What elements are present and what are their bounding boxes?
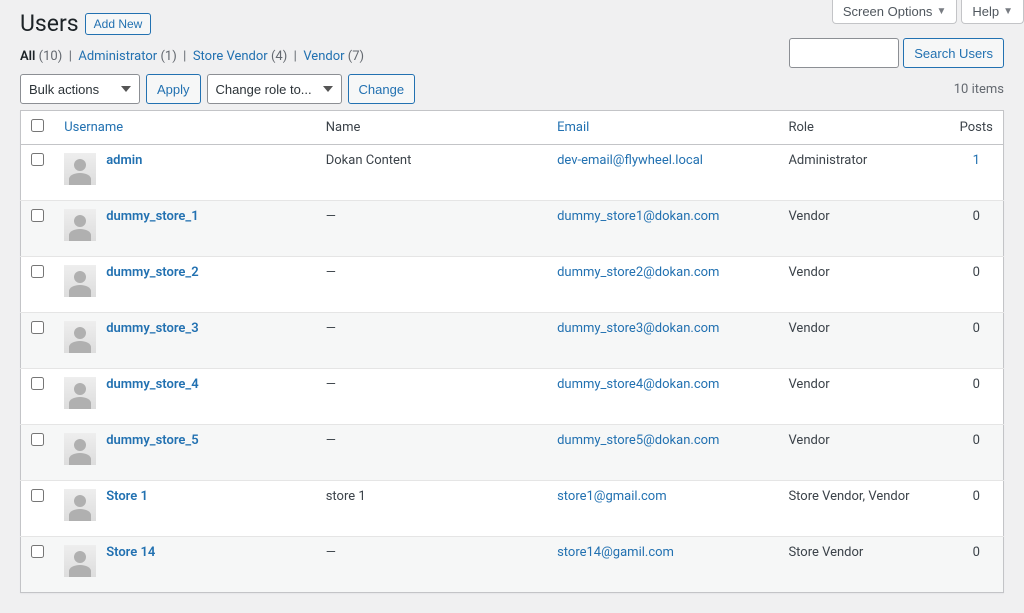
- column-name: Name: [326, 120, 361, 135]
- avatar: [64, 321, 96, 353]
- table-row: admin Dokan Content dev-email@flywheel.loc…: [21, 145, 1004, 201]
- row-role: Vendor: [778, 201, 949, 257]
- row-posts: 0: [949, 369, 1003, 425]
- column-email[interactable]: Email: [557, 120, 589, 135]
- username-link[interactable]: admin: [106, 153, 142, 168]
- select-all-checkbox[interactable]: [31, 119, 44, 132]
- apply-button[interactable]: Apply: [146, 74, 201, 104]
- avatar: [64, 489, 96, 521]
- change-role-select[interactable]: Change role to...: [207, 74, 342, 104]
- help-label: Help: [972, 4, 999, 19]
- row-checkbox[interactable]: [31, 545, 44, 558]
- username-link[interactable]: Store 14: [106, 545, 155, 560]
- row-role: Store Vendor, Vendor: [778, 481, 949, 537]
- page-title: Users: [20, 10, 79, 37]
- username-link[interactable]: dummy_store_5: [106, 433, 198, 448]
- screen-options-label: Screen Options: [843, 4, 933, 19]
- bulk-actions-select[interactable]: Bulk actions: [20, 74, 140, 104]
- username-link[interactable]: dummy_store_3: [106, 321, 198, 336]
- row-posts: 0: [949, 537, 1003, 593]
- email-link[interactable]: store14@gamil.com: [557, 545, 674, 560]
- avatar: [64, 433, 96, 465]
- email-link[interactable]: store1@gmail.com: [557, 489, 667, 504]
- filter-all[interactable]: All: [20, 49, 35, 64]
- table-row: dummy_store_5 — dummy_store5@dokan.com Vend…: [21, 425, 1004, 481]
- row-role: Administrator: [778, 145, 949, 201]
- help-button[interactable]: Help ▼: [961, 0, 1024, 24]
- username-link[interactable]: dummy_store_1: [106, 209, 198, 224]
- column-role: Role: [788, 120, 813, 135]
- row-name: —: [316, 425, 547, 481]
- row-posts: 0: [949, 425, 1003, 481]
- row-name: —: [316, 537, 547, 593]
- username-link[interactable]: dummy_store_4: [106, 377, 198, 392]
- row-posts: 0: [949, 201, 1003, 257]
- avatar: [64, 265, 96, 297]
- row-checkbox[interactable]: [31, 321, 44, 334]
- row-checkbox[interactable]: [31, 265, 44, 278]
- items-count: 10 items: [954, 82, 1004, 97]
- username-link[interactable]: Store 1: [106, 489, 148, 504]
- column-username[interactable]: Username: [64, 120, 123, 135]
- row-role: Store Vendor: [778, 537, 949, 593]
- posts-link[interactable]: 1: [973, 153, 980, 168]
- screen-options-button[interactable]: Screen Options ▼: [832, 0, 958, 24]
- table-row: dummy_store_3 — dummy_store3@dokan.com Vend…: [21, 313, 1004, 369]
- table-row: dummy_store_2 — dummy_store2@dokan.com Vend…: [21, 257, 1004, 313]
- avatar: [64, 153, 96, 185]
- users-table: Username Name Email Role Posts admin Doka…: [20, 110, 1004, 593]
- search-users-button[interactable]: Search Users: [903, 38, 1004, 68]
- email-link[interactable]: dev-email@flywheel.local: [557, 153, 703, 168]
- avatar: [64, 209, 96, 241]
- filter-administrator[interactable]: Administrator: [78, 49, 157, 64]
- row-posts: 0: [949, 481, 1003, 537]
- email-link[interactable]: dummy_store4@dokan.com: [557, 377, 719, 392]
- row-posts: 0: [949, 257, 1003, 313]
- row-name: Dokan Content: [316, 145, 547, 201]
- email-link[interactable]: dummy_store1@dokan.com: [557, 209, 719, 224]
- username-link[interactable]: dummy_store_2: [106, 265, 198, 280]
- row-posts: 1: [949, 145, 1003, 201]
- table-row: Store 14 — store14@gamil.com Store Vendor0: [21, 537, 1004, 593]
- row-checkbox[interactable]: [31, 153, 44, 166]
- row-checkbox[interactable]: [31, 377, 44, 390]
- add-new-button[interactable]: Add New: [85, 13, 152, 35]
- table-row: dummy_store_1 — dummy_store1@dokan.com Vend…: [21, 201, 1004, 257]
- email-link[interactable]: dummy_store3@dokan.com: [557, 321, 719, 336]
- row-role: Vendor: [778, 313, 949, 369]
- row-role: Vendor: [778, 425, 949, 481]
- email-link[interactable]: dummy_store5@dokan.com: [557, 433, 719, 448]
- chevron-down-icon: ▼: [936, 6, 946, 17]
- row-name: store 1: [316, 481, 547, 537]
- chevron-down-icon: ▼: [1003, 6, 1013, 17]
- row-posts: 0: [949, 313, 1003, 369]
- filter-vendor[interactable]: Vendor: [303, 49, 344, 64]
- row-role: Vendor: [778, 257, 949, 313]
- row-checkbox[interactable]: [31, 433, 44, 446]
- email-link[interactable]: dummy_store2@dokan.com: [557, 265, 719, 280]
- filter-store-vendor[interactable]: Store Vendor: [193, 49, 268, 64]
- avatar: [64, 545, 96, 577]
- row-name: —: [316, 369, 547, 425]
- row-role: Vendor: [778, 369, 949, 425]
- row-name: —: [316, 201, 547, 257]
- row-checkbox[interactable]: [31, 489, 44, 502]
- row-name: —: [316, 313, 547, 369]
- row-checkbox[interactable]: [31, 209, 44, 222]
- row-name: —: [316, 257, 547, 313]
- table-row: dummy_store_4 — dummy_store4@dokan.com Vend…: [21, 369, 1004, 425]
- column-posts: Posts: [960, 120, 993, 135]
- change-button[interactable]: Change: [348, 74, 416, 104]
- table-row: Store 1 store 1 store1@gmail.com Store Vend…: [21, 481, 1004, 537]
- search-input[interactable]: [789, 38, 899, 68]
- avatar: [64, 377, 96, 409]
